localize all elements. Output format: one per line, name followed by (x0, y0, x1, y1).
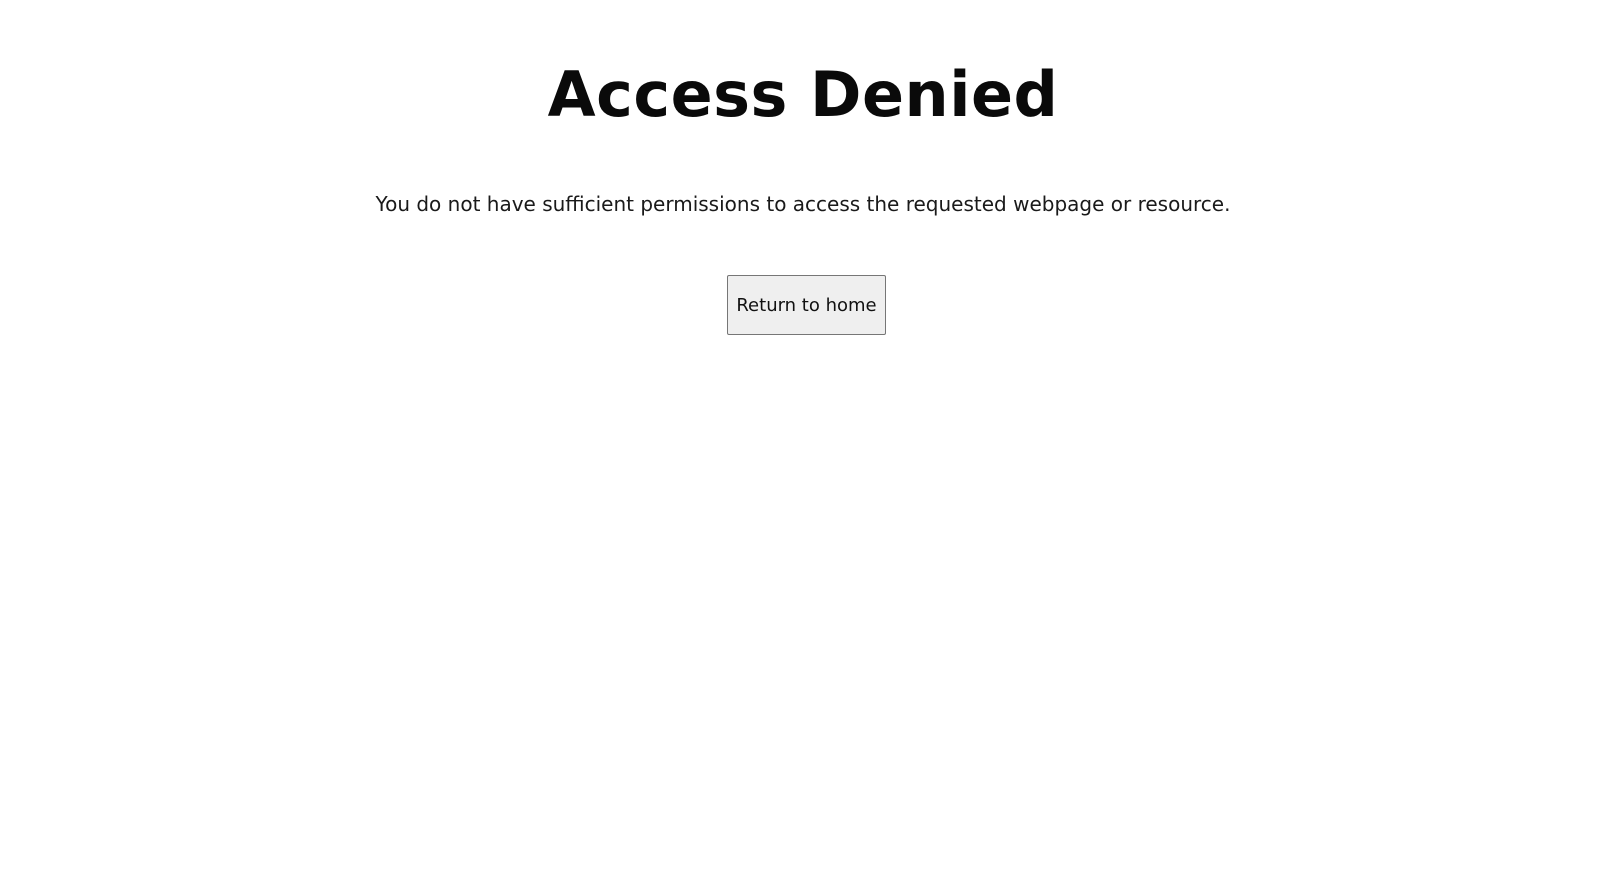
return-home-button[interactable]: Return to home (727, 275, 886, 335)
access-denied-page: Access Denied You do not have sufficient… (0, 0, 1606, 869)
page-title: Access Denied (547, 58, 1059, 131)
permission-message: You do not have sufficient permissions t… (375, 192, 1231, 216)
